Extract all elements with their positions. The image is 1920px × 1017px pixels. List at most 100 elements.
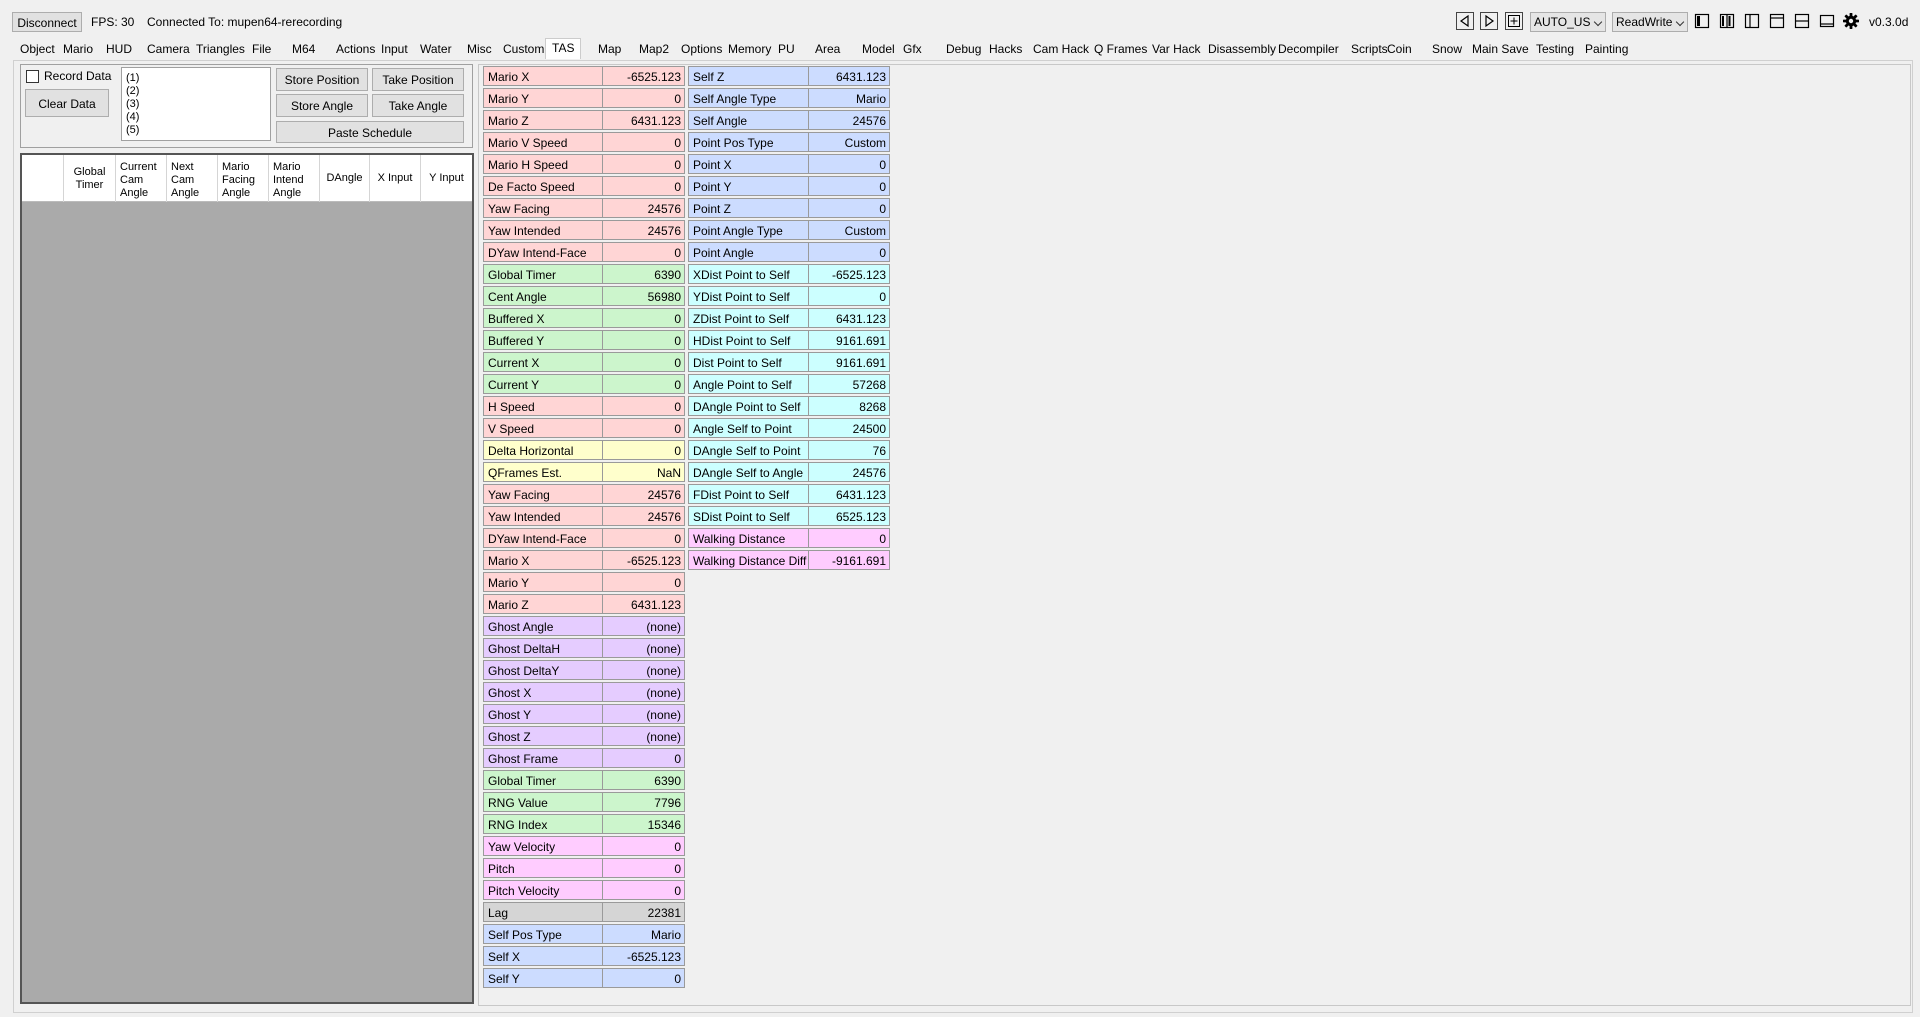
variable-value-cell[interactable]: 0	[603, 419, 684, 437]
variable-row[interactable]: Ghost Y (none)	[483, 704, 685, 724]
tab-coin[interactable]: Coin	[1387, 42, 1412, 56]
variable-value-cell[interactable]: (none)	[603, 683, 684, 701]
variable-value-cell[interactable]: (none)	[603, 617, 684, 635]
tab-mario[interactable]: Mario	[63, 42, 93, 56]
variable-row[interactable]: Ghost Z (none)	[483, 726, 685, 746]
variable-row[interactable]: Yaw Intended 24576	[483, 506, 685, 526]
variable-row[interactable]: Walking Distance Diff -9161.691	[688, 550, 890, 570]
variable-row[interactable]: Point Pos Type Custom	[688, 132, 890, 152]
variable-row[interactable]: Point Y 0	[688, 176, 890, 196]
variable-row[interactable]: Global Timer 6390	[483, 770, 685, 790]
tas-data-table[interactable]: Global Timer Current Cam Angle Next Cam …	[20, 153, 474, 1004]
variable-value-cell[interactable]: (none)	[603, 639, 684, 657]
tab-painting[interactable]: Painting	[1585, 42, 1628, 56]
tab-map[interactable]: Map	[598, 42, 621, 56]
variable-value-cell[interactable]: 9161.691	[809, 331, 889, 349]
variable-row[interactable]: Self X -6525.123	[483, 946, 685, 966]
variable-value-cell[interactable]: 15346	[603, 815, 684, 833]
variable-row[interactable]: Yaw Facing 24576	[483, 484, 685, 504]
variable-value-cell[interactable]: 8268	[809, 397, 889, 415]
variable-row[interactable]: Point Angle Type Custom	[688, 220, 890, 240]
variable-value-cell[interactable]: 7796	[603, 793, 684, 811]
variable-value-cell[interactable]: 0	[603, 155, 684, 173]
record-data-checkbox[interactable]	[26, 70, 39, 83]
variable-row[interactable]: Ghost Angle (none)	[483, 616, 685, 636]
variable-value-cell[interactable]: 0	[809, 243, 889, 261]
layout-split-rows-icon[interactable]	[1793, 12, 1811, 30]
variable-value-cell[interactable]: 24576	[603, 507, 684, 525]
list-item[interactable]: (3)	[126, 98, 139, 111]
variable-value-cell[interactable]: 6431.123	[809, 67, 889, 85]
variable-value-cell[interactable]: 22381	[603, 903, 684, 921]
variable-row[interactable]: Yaw Facing 24576	[483, 198, 685, 218]
prev-arrow-icon[interactable]	[1456, 12, 1474, 30]
tab-area[interactable]: Area	[815, 42, 840, 56]
variable-row[interactable]: Yaw Velocity 0	[483, 836, 685, 856]
tab-disassembly[interactable]: Disassembly	[1208, 42, 1276, 56]
paste-schedule-button[interactable]: Paste Schedule	[276, 121, 464, 143]
list-item[interactable]: (2)	[126, 85, 139, 98]
tab-scripts[interactable]: Scripts	[1351, 42, 1388, 56]
tab-map2[interactable]: Map2	[639, 42, 669, 56]
variable-row[interactable]: Buffered Y 0	[483, 330, 685, 350]
variable-value-cell[interactable]: 0	[603, 573, 684, 591]
tab-cam-hack[interactable]: Cam Hack	[1033, 42, 1089, 56]
tab-actions[interactable]: Actions	[336, 42, 375, 56]
variable-row[interactable]: Mario V Speed 0	[483, 132, 685, 152]
variable-value-cell[interactable]: 0	[603, 859, 684, 877]
add-tab-icon[interactable]	[1505, 12, 1523, 30]
layout-two-column-icon[interactable]	[1718, 12, 1736, 30]
layout-left-pane-icon[interactable]	[1743, 12, 1761, 30]
variable-row[interactable]: Dist Point to Self 9161.691	[688, 352, 890, 372]
variable-row[interactable]: Point X 0	[688, 154, 890, 174]
variable-row[interactable]: DAngle Self to Point 76	[688, 440, 890, 460]
tab-m64[interactable]: M64	[292, 42, 315, 56]
variable-row[interactable]: Delta Horizontal 0	[483, 440, 685, 460]
tab-object[interactable]: Object	[20, 42, 55, 56]
tab-water[interactable]: Water	[420, 42, 452, 56]
disconnect-button[interactable]: Disconnect	[12, 12, 82, 32]
tab-camera[interactable]: Camera	[147, 42, 190, 56]
tab-hacks[interactable]: Hacks	[989, 42, 1022, 56]
tab-debug[interactable]: Debug	[946, 42, 981, 56]
tab-triangles[interactable]: Triangles	[196, 42, 245, 56]
variable-value-cell[interactable]: 6390	[603, 771, 684, 789]
tab-testing[interactable]: Testing	[1536, 42, 1574, 56]
tab-var-hack[interactable]: Var Hack	[1152, 42, 1200, 56]
tab-custom[interactable]: Custom	[503, 42, 544, 56]
variable-value-cell[interactable]: 0	[603, 243, 684, 261]
variable-value-cell[interactable]: 0	[603, 397, 684, 415]
variable-row[interactable]: Mario Z 6431.123	[483, 594, 685, 614]
variable-value-cell[interactable]: 0	[603, 529, 684, 547]
variable-row[interactable]: V Speed 0	[483, 418, 685, 438]
variable-row[interactable]: ZDist Point to Self 6431.123	[688, 308, 890, 328]
variable-value-cell[interactable]: 0	[603, 375, 684, 393]
variable-row[interactable]: Pitch 0	[483, 858, 685, 878]
layout-top-pane-icon[interactable]	[1768, 12, 1786, 30]
access-mode-select[interactable]: ReadWrite	[1612, 12, 1688, 32]
tab-tas[interactable]: TAS	[545, 38, 582, 59]
variable-value-cell[interactable]: -6525.123	[603, 551, 684, 569]
tab-misc[interactable]: Misc	[467, 42, 492, 56]
variable-row[interactable]: FDist Point to Self 6431.123	[688, 484, 890, 504]
tab-decompiler[interactable]: Decompiler	[1278, 42, 1339, 56]
variable-row[interactable]: De Facto Speed 0	[483, 176, 685, 196]
clear-data-button[interactable]: Clear Data	[25, 89, 109, 117]
variable-row[interactable]: Current X 0	[483, 352, 685, 372]
variable-value-cell[interactable]: 6525.123	[809, 507, 889, 525]
tab-gfx[interactable]: Gfx	[903, 42, 922, 56]
variable-value-cell[interactable]: -9161.691	[809, 551, 889, 569]
variable-value-cell[interactable]: Mario	[809, 89, 889, 107]
variable-row[interactable]: Point Angle 0	[688, 242, 890, 262]
variable-value-cell[interactable]: 0	[603, 749, 684, 767]
variable-row[interactable]: Pitch Velocity 0	[483, 880, 685, 900]
variable-row[interactable]: Mario H Speed 0	[483, 154, 685, 174]
variable-value-cell[interactable]: 0	[603, 331, 684, 349]
tab-main-save[interactable]: Main Save	[1472, 42, 1529, 56]
schedule-list[interactable]: (1) (2) (3) (4) (5)	[121, 67, 271, 141]
variable-value-cell[interactable]: 0	[809, 287, 889, 305]
variable-row[interactable]: DYaw Intend-Face 0	[483, 242, 685, 262]
tab-hud[interactable]: HUD	[106, 42, 132, 56]
variable-row[interactable]: QFrames Est. NaN	[483, 462, 685, 482]
variable-row[interactable]: Mario Z 6431.123	[483, 110, 685, 130]
